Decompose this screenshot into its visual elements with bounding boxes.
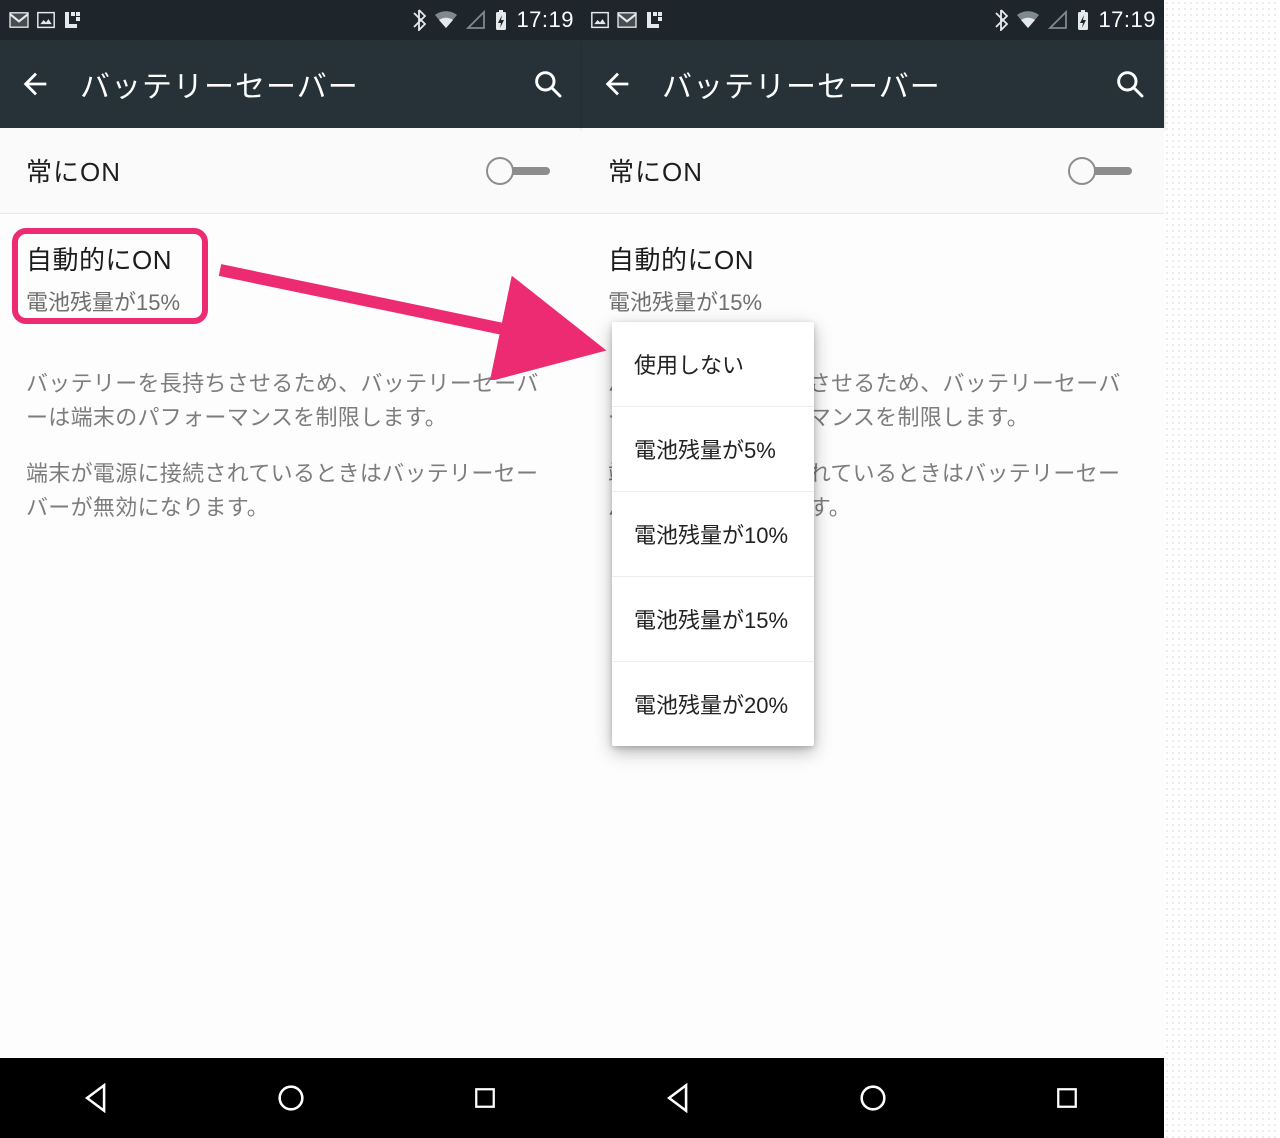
- wifi-icon: [1016, 10, 1040, 30]
- always-on-row[interactable]: 常にON: [582, 128, 1164, 214]
- app-l-icon: [62, 10, 82, 30]
- cell-signal-icon: [466, 10, 486, 30]
- auto-on-title: 自動的にON: [26, 240, 556, 277]
- description-paragraph: 端末が電源に接続されているときはバッテリーセーバーが無効になります。: [26, 457, 556, 525]
- picture-icon: [590, 11, 610, 29]
- search-button[interactable]: [1114, 68, 1146, 100]
- auto-on-subtitle: 電池残量が15%: [26, 285, 556, 317]
- nav-bar: [0, 1058, 582, 1138]
- auto-on-setting[interactable]: 自動的にON 電池残量が15%: [582, 214, 1164, 327]
- back-button[interactable]: [18, 67, 52, 101]
- status-bar: 17:19: [0, 0, 582, 40]
- search-button[interactable]: [532, 68, 564, 100]
- auto-on-subtitle: 電池残量が15%: [608, 285, 1138, 317]
- app-l-icon: [644, 10, 664, 30]
- nav-back-button[interactable]: [74, 1075, 120, 1121]
- dropdown-option-none[interactable]: 使用しない: [612, 322, 814, 407]
- auto-on-setting[interactable]: 自動的にON 電池残量が15%: [0, 214, 582, 327]
- dropdown-option-10[interactable]: 電池残量が10%: [612, 492, 814, 577]
- phone-left: 17:19 バッテリーセーバー 常にON: [0, 0, 582, 1138]
- auto-on-title: 自動的にON: [608, 240, 1138, 277]
- dropdown-option-5[interactable]: 電池残量が5%: [612, 407, 814, 492]
- picture-icon: [36, 11, 56, 29]
- nav-back-button[interactable]: [656, 1075, 702, 1121]
- always-on-row[interactable]: 常にON: [0, 128, 582, 214]
- battery-charging-icon: [1076, 9, 1090, 31]
- status-bar: 17:19: [582, 0, 1164, 40]
- app-bar: バッテリーセーバー: [0, 40, 582, 128]
- cell-signal-icon: [1048, 10, 1068, 30]
- nav-bar: [582, 1058, 1164, 1138]
- auto-on-dropdown: 使用しない 電池残量が5% 電池残量が10% 電池残量が15% 電池残量が20%: [612, 322, 814, 746]
- nav-recent-button[interactable]: [462, 1075, 508, 1121]
- phone-right: 17:19 バッテリーセーバー 常にON: [582, 0, 1164, 1138]
- dropdown-option-20[interactable]: 電池残量が20%: [612, 662, 814, 746]
- gmail-icon: [8, 11, 30, 29]
- nav-recent-button[interactable]: [1044, 1075, 1090, 1121]
- decorative-halftone: [1164, 0, 1280, 1138]
- always-on-toggle[interactable]: [486, 157, 556, 185]
- wifi-icon: [434, 10, 458, 30]
- page-title: バッテリーセーバー: [80, 62, 532, 106]
- bluetooth-icon: [994, 9, 1008, 31]
- nav-home-button[interactable]: [268, 1075, 314, 1121]
- always-on-toggle[interactable]: [1068, 157, 1138, 185]
- description-paragraph: バッテリーを長持ちさせるため、バッテリーセーバーは端末のパフォーマンスを制限しま…: [26, 367, 556, 435]
- app-bar: バッテリーセーバー: [582, 40, 1164, 128]
- status-clock: 17:19: [1098, 7, 1156, 33]
- dropdown-option-15[interactable]: 電池残量が15%: [612, 577, 814, 662]
- back-button[interactable]: [600, 67, 634, 101]
- gmail-icon: [616, 11, 638, 29]
- page-title: バッテリーセーバー: [662, 62, 1114, 106]
- status-clock: 17:19: [516, 7, 574, 33]
- always-on-label: 常にON: [26, 152, 486, 189]
- always-on-label: 常にON: [608, 152, 1068, 189]
- nav-home-button[interactable]: [850, 1075, 896, 1121]
- battery-charging-icon: [494, 9, 508, 31]
- description-text: バッテリーを長持ちさせるため、バッテリーセーバーは端末のパフォーマンスを制限しま…: [0, 357, 582, 535]
- bluetooth-icon: [412, 9, 426, 31]
